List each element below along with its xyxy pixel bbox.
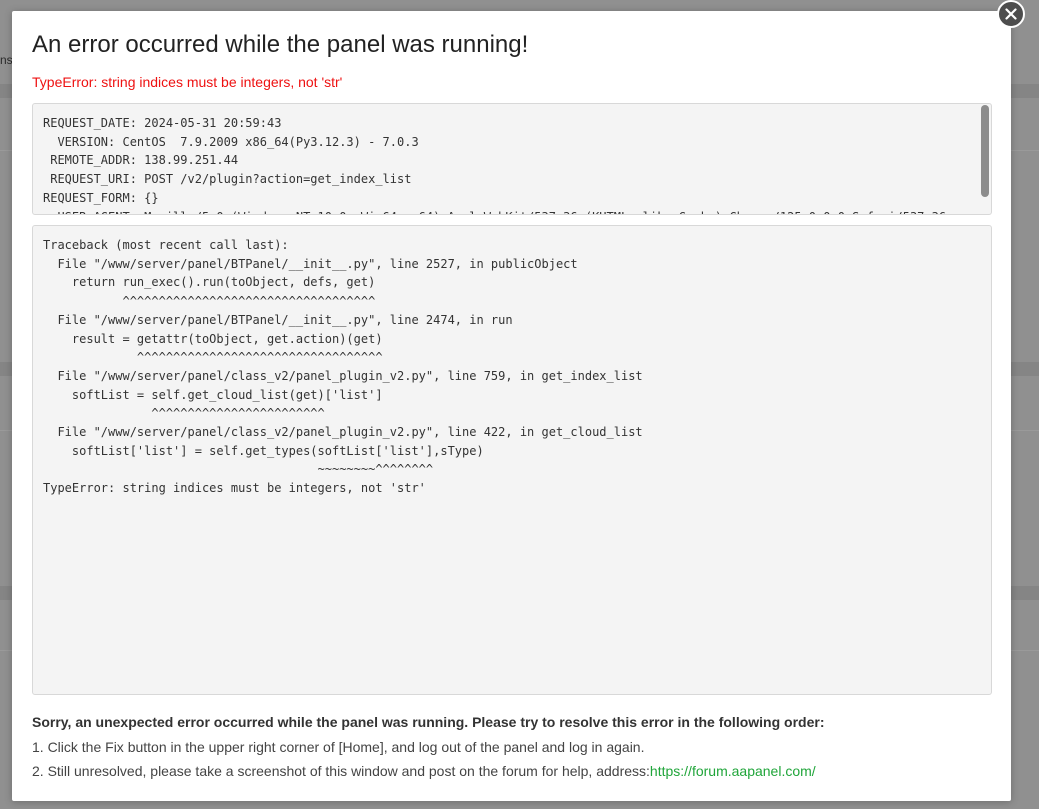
traceback-line: ^^^^^^^^^^^^^^^^^^^^^^^^	[43, 406, 325, 421]
help-step-2-text: 2. Still unresolved, please take a scree…	[32, 763, 650, 779]
close-button[interactable]	[997, 0, 1025, 28]
error-dialog: An error occurred while the panel was ru…	[12, 11, 1011, 801]
background-header-text	[110, 0, 310, 6]
traceback-line: softList = self.get_cloud_list(get)['lis…	[43, 387, 383, 402]
background-text-fragment: ns	[0, 53, 12, 67]
traceback-line: File "/www/server/panel/BTPanel/__init__…	[43, 256, 578, 271]
traceback-line: File "/www/server/panel/BTPanel/__init__…	[43, 312, 513, 327]
traceback-text: Traceback (most recent call last): File …	[43, 236, 983, 498]
traceback-line: softList['list'] = self.get_types(softLi…	[43, 443, 484, 458]
request-info-line: REMOTE_ADDR: 138.99.251.44	[43, 153, 239, 168]
traceback-line: ~~~~~~~~^^^^^^^^	[43, 462, 434, 477]
request-info-line: VERSION: CentOS 7.9.2009 x86_64(Py3.12.3…	[43, 134, 419, 149]
request-info-line: REQUEST_DATE: 2024-05-31 20:59:43	[43, 116, 282, 130]
request-info-text: REQUEST_DATE: 2024-05-31 20:59:43 VERSIO…	[43, 114, 973, 214]
traceback-line: File "/www/server/panel/class_v2/panel_p…	[43, 425, 643, 440]
scrollbar-thumb[interactable]	[981, 105, 989, 197]
traceback-line: return run_exec().run(toObject, defs, ge…	[43, 275, 376, 290]
request-info-panel[interactable]: REQUEST_DATE: 2024-05-31 20:59:43 VERSIO…	[32, 103, 992, 215]
request-info-line: REQUEST_FORM: {}	[43, 190, 159, 205]
help-step-1: 1. Click the Fix button in the upper rig…	[32, 739, 645, 755]
traceback-line: ^^^^^^^^^^^^^^^^^^^^^^^^^^^^^^^^^^^	[43, 294, 376, 309]
request-info-line: REQUEST_URI: POST /v2/plugin?action=get_…	[43, 172, 412, 187]
help-heading: Sorry, an unexpected error occurred whil…	[32, 714, 825, 730]
forum-link[interactable]: https://forum.aapanel.com/	[650, 763, 816, 779]
request-info-scrollbar[interactable]	[980, 105, 990, 213]
dialog-title: An error occurred while the panel was ru…	[32, 31, 529, 58]
traceback-line: Traceback (most recent call last):	[43, 238, 289, 252]
traceback-line: TypeError: string indices must be intege…	[43, 481, 426, 496]
traceback-panel[interactable]: Traceback (most recent call last): File …	[32, 225, 992, 695]
traceback-line: result = getattr(toObject, get.action)(g…	[43, 331, 383, 346]
traceback-line: File "/www/server/panel/class_v2/panel_p…	[43, 368, 643, 383]
close-icon	[1005, 8, 1017, 20]
help-step-2: 2. Still unresolved, please take a scree…	[32, 762, 816, 780]
request-info-line: USER_AGENT: Mozilla/5.0 (Windows NT 10.0…	[43, 208, 973, 214]
error-message: TypeError: string indices must be intege…	[32, 74, 343, 90]
traceback-line: ^^^^^^^^^^^^^^^^^^^^^^^^^^^^^^^^^^	[43, 350, 383, 365]
